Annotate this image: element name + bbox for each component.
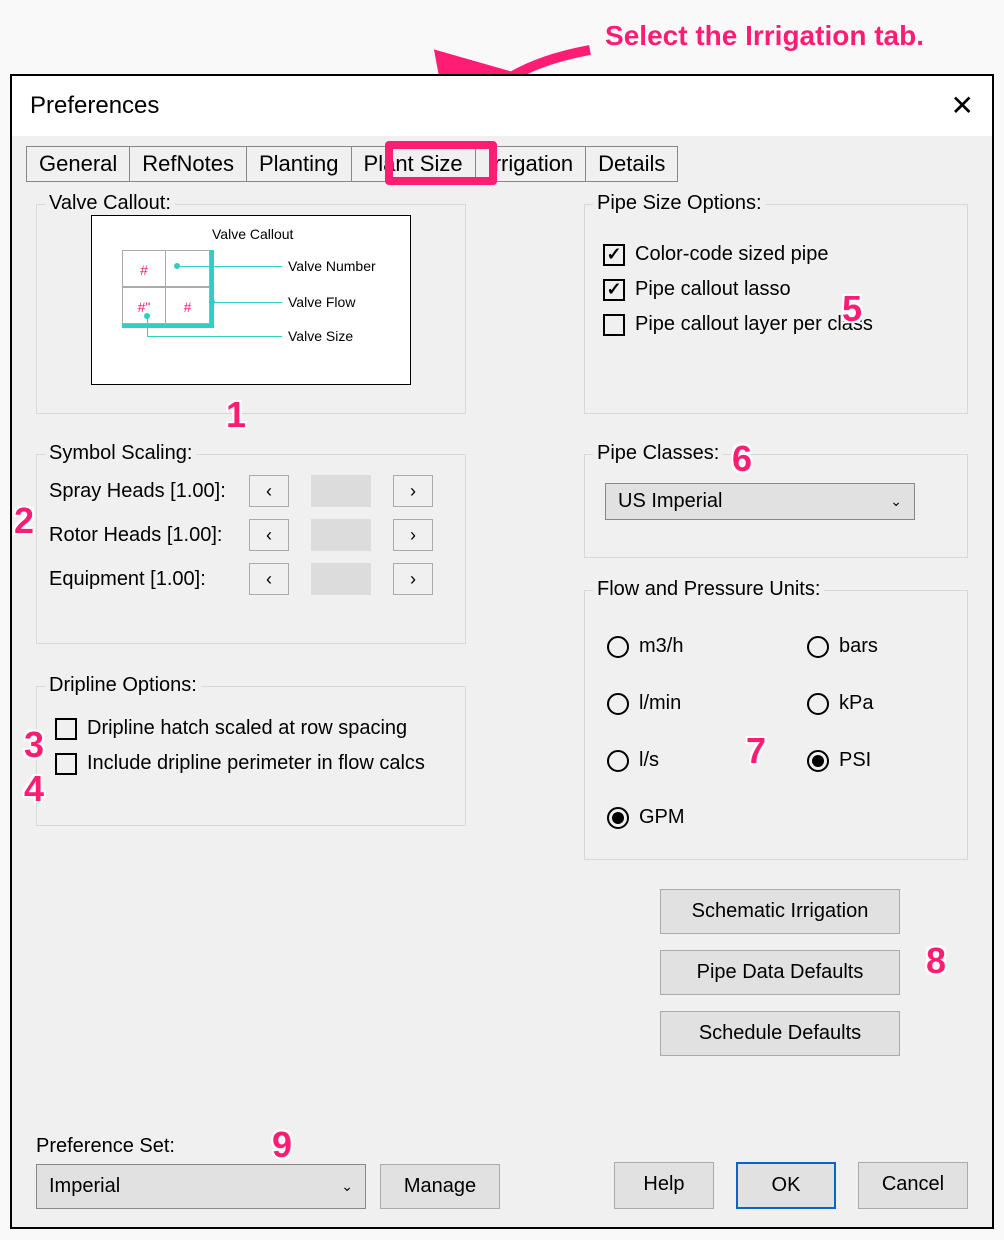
- tab-planting[interactable]: Planting: [246, 146, 352, 182]
- pref-set-value: Imperial: [49, 1175, 120, 1198]
- pref-set-select[interactable]: Imperial ⌄: [36, 1164, 366, 1209]
- pressure-psi-radio[interactable]: [807, 750, 829, 772]
- spray-heads-increment[interactable]: ›: [393, 475, 433, 507]
- close-icon[interactable]: ✕: [951, 89, 974, 122]
- callout-lasso-label: Pipe callout lasso: [635, 278, 791, 301]
- help-button[interactable]: Help: [614, 1162, 714, 1209]
- rotor-heads-increment[interactable]: ›: [393, 519, 433, 551]
- instruction-text: Select the Irrigation tab.: [605, 20, 924, 52]
- valve-callout-preview: Valve Callout # #"# Valve Number Valve F…: [91, 215, 411, 385]
- dripline-legend: Dripline Options:: [45, 674, 201, 697]
- tab-general[interactable]: General: [26, 146, 130, 182]
- pressure-psi-label: PSI: [839, 749, 871, 772]
- schematic-irrigation-button[interactable]: Schematic Irrigation: [660, 889, 900, 934]
- spray-heads-label: Spray Heads [1.00]:: [49, 480, 249, 503]
- annotation-marker-2: 2: [14, 500, 34, 542]
- tab-details[interactable]: Details: [585, 146, 678, 182]
- color-code-label: Color-code sized pipe: [635, 243, 828, 266]
- flow-lmin-radio[interactable]: [607, 693, 629, 715]
- schedule-defaults-button[interactable]: Schedule Defaults: [660, 1011, 900, 1056]
- pipe-size-legend: Pipe Size Options:: [593, 192, 766, 215]
- tab-irrigation[interactable]: Irrigation: [475, 146, 587, 182]
- annotation-marker-8: 8: [926, 940, 946, 982]
- equipment-field[interactable]: [311, 563, 371, 595]
- symbol-scaling-group: Symbol Scaling: Spray Heads [1.00]: ‹› R…: [36, 454, 466, 644]
- valve-callout-group: Valve Callout: Valve Callout # #"# Valve…: [36, 204, 466, 414]
- tab-refnotes[interactable]: RefNotes: [129, 146, 247, 182]
- tab-plant-size[interactable]: Plant Size: [351, 146, 476, 182]
- manage-button[interactable]: Manage: [380, 1164, 500, 1209]
- pressure-bars-radio[interactable]: [807, 636, 829, 658]
- rotor-heads-field[interactable]: [311, 519, 371, 551]
- preferences-dialog: Preferences ✕ General RefNotes Planting …: [10, 74, 994, 1229]
- dialog-footer: Preference Set: Imperial ⌄ Manage Help O…: [36, 1135, 968, 1209]
- flow-m3h-radio[interactable]: [607, 636, 629, 658]
- ok-button[interactable]: OK: [736, 1162, 836, 1209]
- color-code-checkbox[interactable]: [603, 244, 625, 266]
- callout-lasso-checkbox[interactable]: [603, 279, 625, 301]
- chevron-down-icon: ⌄: [341, 1178, 353, 1195]
- pipe-classes-select[interactable]: US Imperial ⌄: [605, 483, 915, 520]
- rotor-heads-decrement[interactable]: ‹: [249, 519, 289, 551]
- flow-gpm-label: GPM: [639, 806, 685, 829]
- valve-callout-legend: Valve Callout:: [45, 192, 175, 215]
- tab-bar: General RefNotes Planting Plant Size Irr…: [26, 146, 678, 182]
- pipe-classes-group: Pipe Classes: US Imperial ⌄: [584, 454, 968, 558]
- flow-lmin-label: l/min: [639, 692, 681, 715]
- rotor-heads-label: Rotor Heads [1.00]:: [49, 524, 249, 547]
- pref-set-label: Preference Set:: [36, 1135, 500, 1158]
- equipment-label: Equipment [1.00]:: [49, 568, 249, 591]
- symbol-scaling-legend: Symbol Scaling:: [45, 442, 196, 465]
- pressure-bars-label: bars: [839, 635, 878, 658]
- dripline-hatch-label: Dripline hatch scaled at row spacing: [87, 717, 407, 740]
- callout-label-number: Valve Number: [288, 258, 376, 274]
- pipe-classes-value: US Imperial: [618, 490, 722, 513]
- dialog-body: General RefNotes Planting Plant Size Irr…: [12, 136, 992, 1227]
- pressure-kpa-radio[interactable]: [807, 693, 829, 715]
- spray-heads-decrement[interactable]: ‹: [249, 475, 289, 507]
- equipment-decrement[interactable]: ‹: [249, 563, 289, 595]
- dripline-perimeter-checkbox[interactable]: [55, 753, 77, 775]
- callout-title: Valve Callout: [212, 226, 293, 242]
- dripline-perimeter-label: Include dripline perimeter in flow calcs: [87, 752, 425, 775]
- pipe-size-group: Pipe Size Options: Color-code sized pipe…: [584, 204, 968, 414]
- callout-label-flow: Valve Flow: [288, 294, 355, 310]
- flow-ls-radio[interactable]: [607, 750, 629, 772]
- cancel-button[interactable]: Cancel: [858, 1162, 968, 1209]
- dripline-group: Dripline Options: Dripline hatch scaled …: [36, 686, 466, 826]
- pipe-data-defaults-button[interactable]: Pipe Data Defaults: [660, 950, 900, 995]
- flow-ls-label: l/s: [639, 749, 659, 772]
- callout-layer-label: Pipe callout layer per class: [635, 313, 873, 336]
- dialog-title: Preferences: [30, 92, 159, 120]
- callout-label-size: Valve Size: [288, 328, 353, 344]
- spray-heads-field[interactable]: [311, 475, 371, 507]
- flow-pressure-group: Flow and Pressure Units: m3/h bars l/min…: [584, 590, 968, 860]
- flow-pressure-legend: Flow and Pressure Units:: [593, 578, 824, 601]
- pressure-kpa-label: kPa: [839, 692, 873, 715]
- callout-layer-checkbox[interactable]: [603, 314, 625, 336]
- dialog-titlebar: Preferences ✕: [12, 76, 992, 136]
- flow-gpm-radio[interactable]: [607, 807, 629, 829]
- chevron-down-icon: ⌄: [890, 493, 902, 510]
- equipment-increment[interactable]: ›: [393, 563, 433, 595]
- action-buttons: Schematic Irrigation Pipe Data Defaults …: [660, 889, 900, 1056]
- dripline-hatch-checkbox[interactable]: [55, 718, 77, 740]
- pipe-classes-legend: Pipe Classes:: [593, 442, 723, 465]
- flow-m3h-label: m3/h: [639, 635, 683, 658]
